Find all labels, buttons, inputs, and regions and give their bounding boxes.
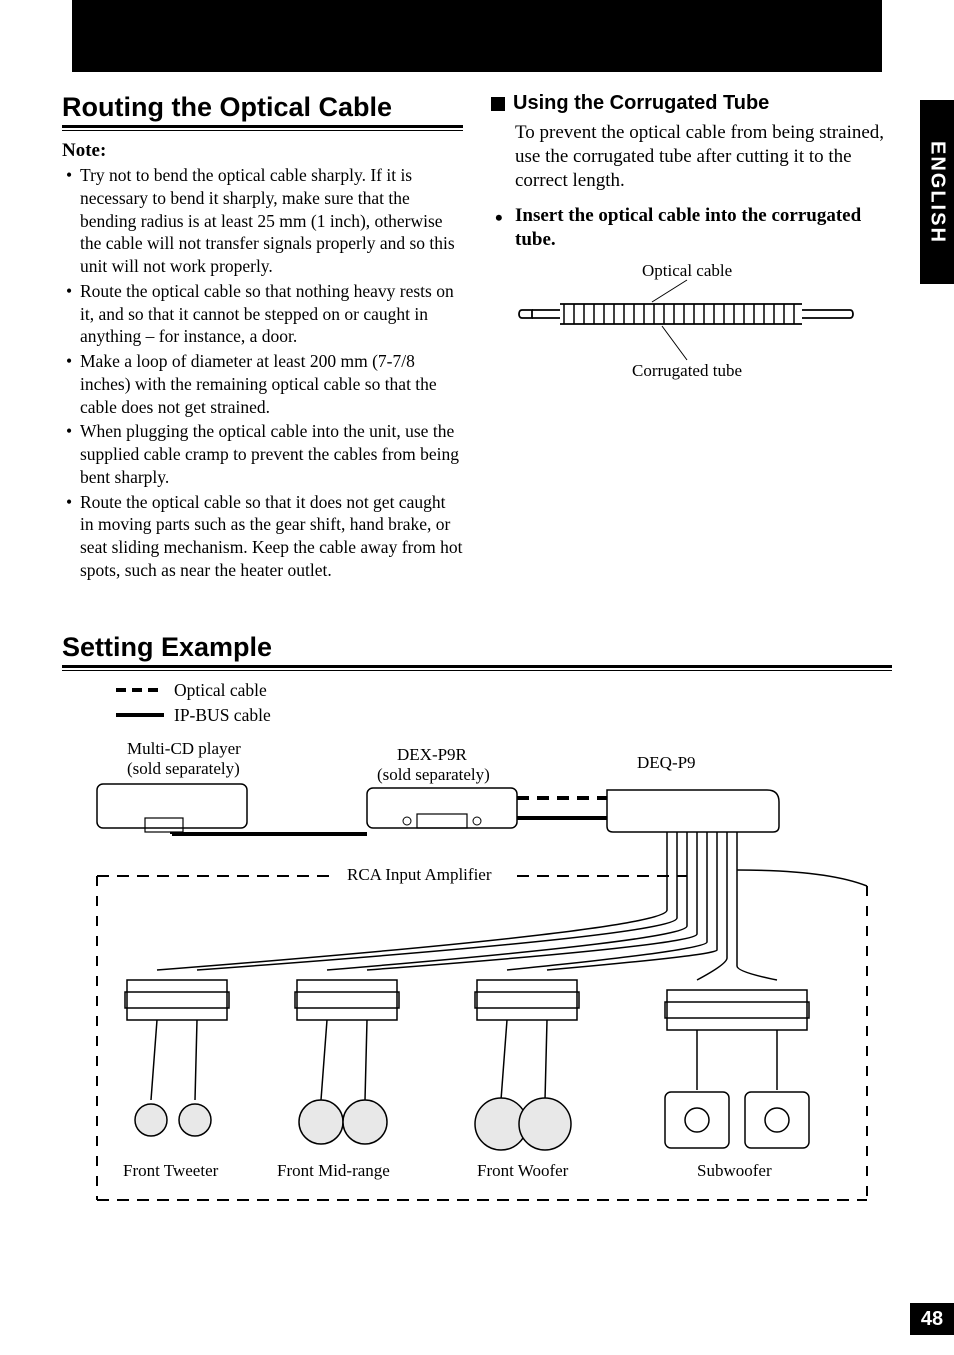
- note-heading: Note:: [62, 140, 463, 162]
- label-deq: DEQ-P9: [637, 753, 696, 772]
- square-bullet-icon: [491, 97, 505, 111]
- note-item: When plugging the optical cable into the…: [62, 420, 463, 488]
- tube-body-text: To prevent the optical cable from being …: [491, 121, 892, 192]
- legend-optical: Optical cable: [174, 680, 267, 701]
- diagram-legend: Optical cable IP-BUS cable: [116, 680, 892, 726]
- section-title-routing: Routing the Optical Cable: [62, 92, 463, 128]
- label-sold-sep-2: (sold separately): [377, 765, 490, 784]
- label-rca: RCA Input Amplifier: [347, 865, 492, 884]
- left-column: Routing the Optical Cable Note: Try not …: [62, 92, 463, 584]
- label-tweeter: Front Tweeter: [123, 1161, 219, 1180]
- subsection-title-tube: Using the Corrugated Tube: [491, 92, 892, 115]
- label-sub: Subwoofer: [697, 1161, 772, 1180]
- label-multi-cd: Multi-CD player: [127, 740, 241, 758]
- label-optical-cable: Optical cable: [642, 262, 732, 280]
- label-corrugated-tube: Corrugated tube: [632, 361, 742, 380]
- label-mid: Front Mid-range: [277, 1161, 390, 1180]
- header-black-bar: [72, 0, 882, 72]
- setting-example-section: Setting Example Optical cable IP-BUS cab…: [62, 632, 892, 1220]
- setting-example-diagram: Multi-CD player (sold separately) DEX-P9…: [67, 740, 887, 1220]
- right-column: Using the Corrugated Tube To prevent the…: [491, 92, 892, 584]
- legend-ipbus: IP-BUS cable: [174, 705, 271, 726]
- label-sold-sep-1: (sold separately): [127, 759, 240, 778]
- subsection-title-text: Using the Corrugated Tube: [513, 92, 769, 115]
- tube-instruction: Insert the optical cable into the corrug…: [491, 204, 892, 252]
- notes-list: Try not to bend the optical cable sharpl…: [62, 164, 463, 582]
- note-item: Route the optical cable so that it does …: [62, 491, 463, 582]
- note-item: Make a loop of diameter at least 200 mm …: [62, 350, 463, 418]
- page-number: 48: [910, 1303, 954, 1335]
- section-title-setting: Setting Example: [62, 632, 892, 668]
- corrugated-tube-illustration: Optical cable: [512, 262, 872, 392]
- note-item: Try not to bend the optical cable sharpl…: [62, 164, 463, 278]
- legend-solid-swatch: [116, 713, 164, 717]
- note-item: Route the optical cable so that nothing …: [62, 280, 463, 348]
- label-woofer: Front Woofer: [477, 1161, 569, 1180]
- label-dex: DEX-P9R: [397, 745, 468, 764]
